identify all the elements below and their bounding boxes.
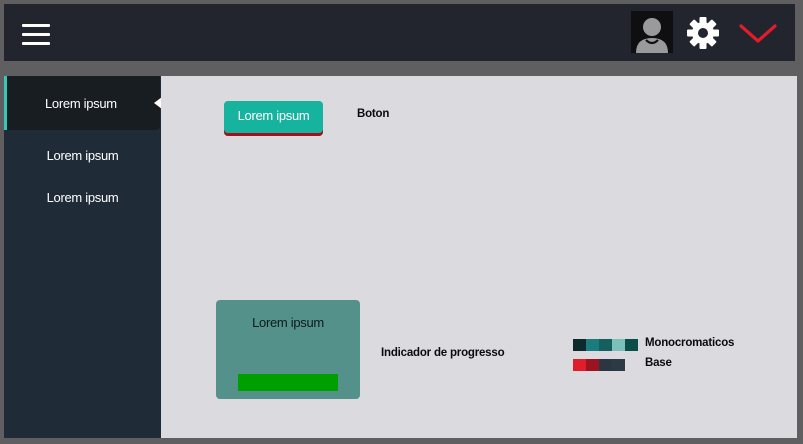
- progress-fill: [238, 374, 338, 391]
- color-swatch: [625, 339, 638, 351]
- menu-line: [22, 33, 50, 36]
- chevron-down-icon[interactable]: [738, 20, 778, 46]
- primary-button[interactable]: Lorem ipsum: [224, 101, 323, 136]
- sidebar-item-2[interactable]: Lorem ipsum: [4, 140, 161, 170]
- color-swatch: [599, 359, 612, 371]
- palette-label-monocromaticos: Monocromaticos: [645, 337, 735, 349]
- palette-monocromaticos-swatches: [573, 339, 638, 351]
- main-content: Lorem ipsum Boton Lorem ipsum Indicador …: [161, 76, 797, 438]
- sidebar-item-label: Lorem ipsum: [46, 147, 119, 163]
- button-caption: Boton: [357, 108, 390, 120]
- top-bar: [4, 4, 795, 61]
- color-swatch: [573, 359, 586, 371]
- color-swatch: [573, 339, 586, 351]
- sidebar-item-label: Lorem ipsum: [46, 189, 119, 205]
- sidebar-item-label: Lorem ipsum: [45, 95, 117, 111]
- sidebar: Lorem ipsum Lorem ipsum Lorem ipsum: [4, 76, 162, 438]
- gear-icon[interactable]: [686, 16, 720, 50]
- palette-label-base: Base: [645, 357, 672, 369]
- sidebar-item-3[interactable]: Lorem ipsum: [4, 182, 161, 212]
- progress-caption: Indicador de progresso: [381, 347, 505, 359]
- user-avatar-icon[interactable]: [631, 11, 673, 53]
- color-swatch: [586, 359, 599, 371]
- menu-line: [22, 24, 50, 27]
- palette-base-swatches: [573, 359, 625, 371]
- sidebar-item-1[interactable]: Lorem ipsum: [4, 76, 160, 130]
- avatar-graphic: [636, 18, 668, 53]
- menu-line: [22, 42, 50, 45]
- color-swatch: [599, 339, 612, 351]
- progress-bar: [238, 374, 338, 391]
- chevron-graphic: [739, 24, 777, 43]
- color-swatch: [612, 339, 625, 351]
- gear-graphic: [687, 17, 719, 49]
- color-swatch: [612, 359, 625, 371]
- progress-card: Lorem ipsum: [216, 300, 360, 399]
- hamburger-menu-icon[interactable]: [22, 24, 50, 48]
- progress-title: Lorem ipsum: [252, 315, 324, 330]
- color-swatch: [586, 339, 599, 351]
